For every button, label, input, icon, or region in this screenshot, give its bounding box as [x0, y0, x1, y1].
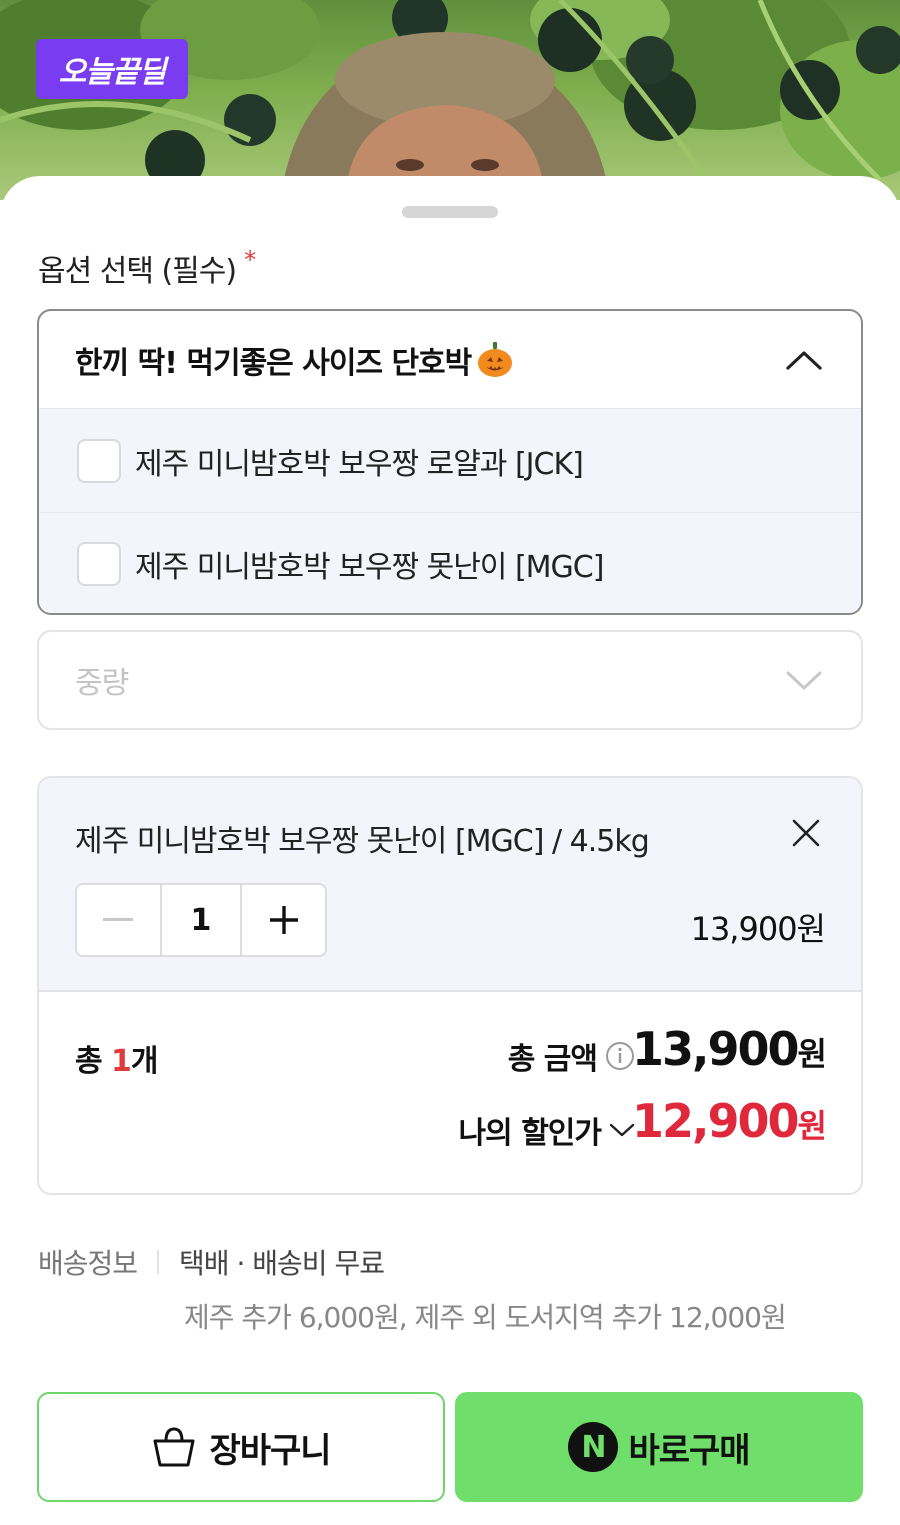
- total-amount-label: 총 금액: [508, 1034, 635, 1078]
- chevron-down-icon: [786, 671, 822, 690]
- option-item-mgc[interactable]: 제주 미니밤호박 보우짱 못난이 [MGC]: [39, 512, 861, 613]
- option-dropdown-header[interactable]: 한끼 딱! 먹기좋은 사이즈 단호박: [39, 311, 861, 409]
- naver-pay-icon: N: [568, 1422, 619, 1472]
- farmer-photo: [0, 0, 900, 200]
- buy-now-label: 바로구매: [628, 1430, 750, 1471]
- increase-button[interactable]: [242, 885, 325, 955]
- info-icon[interactable]: [605, 1041, 635, 1071]
- total-amount-value: 13,900원: [632, 1022, 827, 1076]
- total-amount-label-text: 총 금액: [507, 1042, 598, 1077]
- plus-icon: [269, 906, 298, 934]
- selected-option-name: 제주 미니밤호박 보우짱 못난이 [MGC] / 4.5kg: [75, 824, 650, 859]
- option-item-label: 제주 미니밤호박 보우짱 못난이 [MGC]: [135, 550, 604, 585]
- total-amount-unit: 원: [797, 1035, 827, 1073]
- shipping-label: 배송정보: [38, 1247, 138, 1280]
- sheet-drag-handle[interactable]: [402, 206, 498, 218]
- option-checkbox[interactable]: [77, 438, 121, 483]
- discount-price-number: 12,900: [632, 1094, 800, 1148]
- quantity-stepper: 1: [75, 883, 327, 957]
- option-item-label: 제주 미니밤호박 보우짱 로얄과 [JCK]: [135, 446, 584, 482]
- shipping-note: 제주 추가 6,000원, 제주 외 도서지역 추가 12,000원: [184, 1301, 787, 1334]
- shipping-info: 배송정보 택배 · 배송비 무료: [38, 1242, 385, 1282]
- total-count-number: 1: [111, 1044, 132, 1079]
- option-heading-text: 옵션 선택 (필수): [38, 254, 237, 289]
- required-mark: *: [244, 246, 256, 274]
- shipping-divider: [157, 1250, 160, 1274]
- option-dropdown-title-text: 한끼 딱! 먹기좋은 사이즈 단호박: [75, 345, 472, 381]
- my-discount-label: 나의 할인가: [458, 1116, 602, 1151]
- option-dropdown-title: 한끼 딱! 먹기좋은 사이즈 단호박: [75, 338, 515, 382]
- total-count-suffix: 개: [130, 1044, 159, 1079]
- discount-price-unit: 원: [797, 1107, 827, 1145]
- add-to-cart-label: 장바구니: [209, 1430, 331, 1471]
- minus-icon: [103, 918, 134, 921]
- selected-option-row: 제주 미니밤호박 보우짱 못난이 [MGC] / 4.5kg 1 13,900원: [39, 778, 861, 992]
- option-dropdown: 한끼 딱! 먹기좋은 사이즈 단호박 제주 미니밤호박 보우짱 로얄과 [JCK…: [37, 309, 863, 615]
- selected-option-card: 제주 미니밤호박 보우짱 못난이 [MGC] / 4.5kg 1 13,900원: [37, 776, 863, 1195]
- my-discount-toggle[interactable]: 나의 할인가: [459, 1108, 635, 1152]
- shipping-value: 택배 · 배송비 무료: [179, 1247, 385, 1280]
- discount-price-value: 12,900원: [632, 1094, 827, 1148]
- weight-select[interactable]: 중량: [37, 630, 863, 730]
- add-to-cart-button[interactable]: 장바구니: [37, 1392, 445, 1502]
- option-checkbox[interactable]: [77, 542, 121, 586]
- weight-select-placeholder: 중량: [75, 666, 129, 701]
- quantity-value[interactable]: 1: [159, 885, 243, 955]
- jack-o-lantern-icon: [478, 341, 513, 377]
- option-section-heading: 옵션 선택 (필수) *: [38, 246, 256, 290]
- selected-option-price: 13,900원: [690, 910, 826, 948]
- today-deal-badge: 오늘끝딜: [36, 39, 188, 99]
- option-item-jck[interactable]: 제주 미니밤호박 보우짱 로얄과 [JCK]: [39, 409, 861, 512]
- purchase-bottom-sheet: 옵션 선택 (필수) * 한끼 딱! 먹기좋은 사이즈 단호박 제주 미니밤호박 …: [0, 176, 900, 1525]
- close-icon[interactable]: [791, 818, 821, 848]
- shopping-basket-icon: [153, 1427, 195, 1467]
- hero-image: 오늘끝딜: [0, 0, 900, 200]
- total-count-prefix: 총: [75, 1044, 112, 1079]
- buy-now-button[interactable]: N 바로구매: [455, 1392, 863, 1502]
- decrease-button[interactable]: [77, 885, 160, 955]
- chevron-up-icon[interactable]: [785, 348, 823, 372]
- total-count: 총 1개: [75, 1036, 159, 1080]
- total-amount-number: 13,900: [632, 1022, 800, 1076]
